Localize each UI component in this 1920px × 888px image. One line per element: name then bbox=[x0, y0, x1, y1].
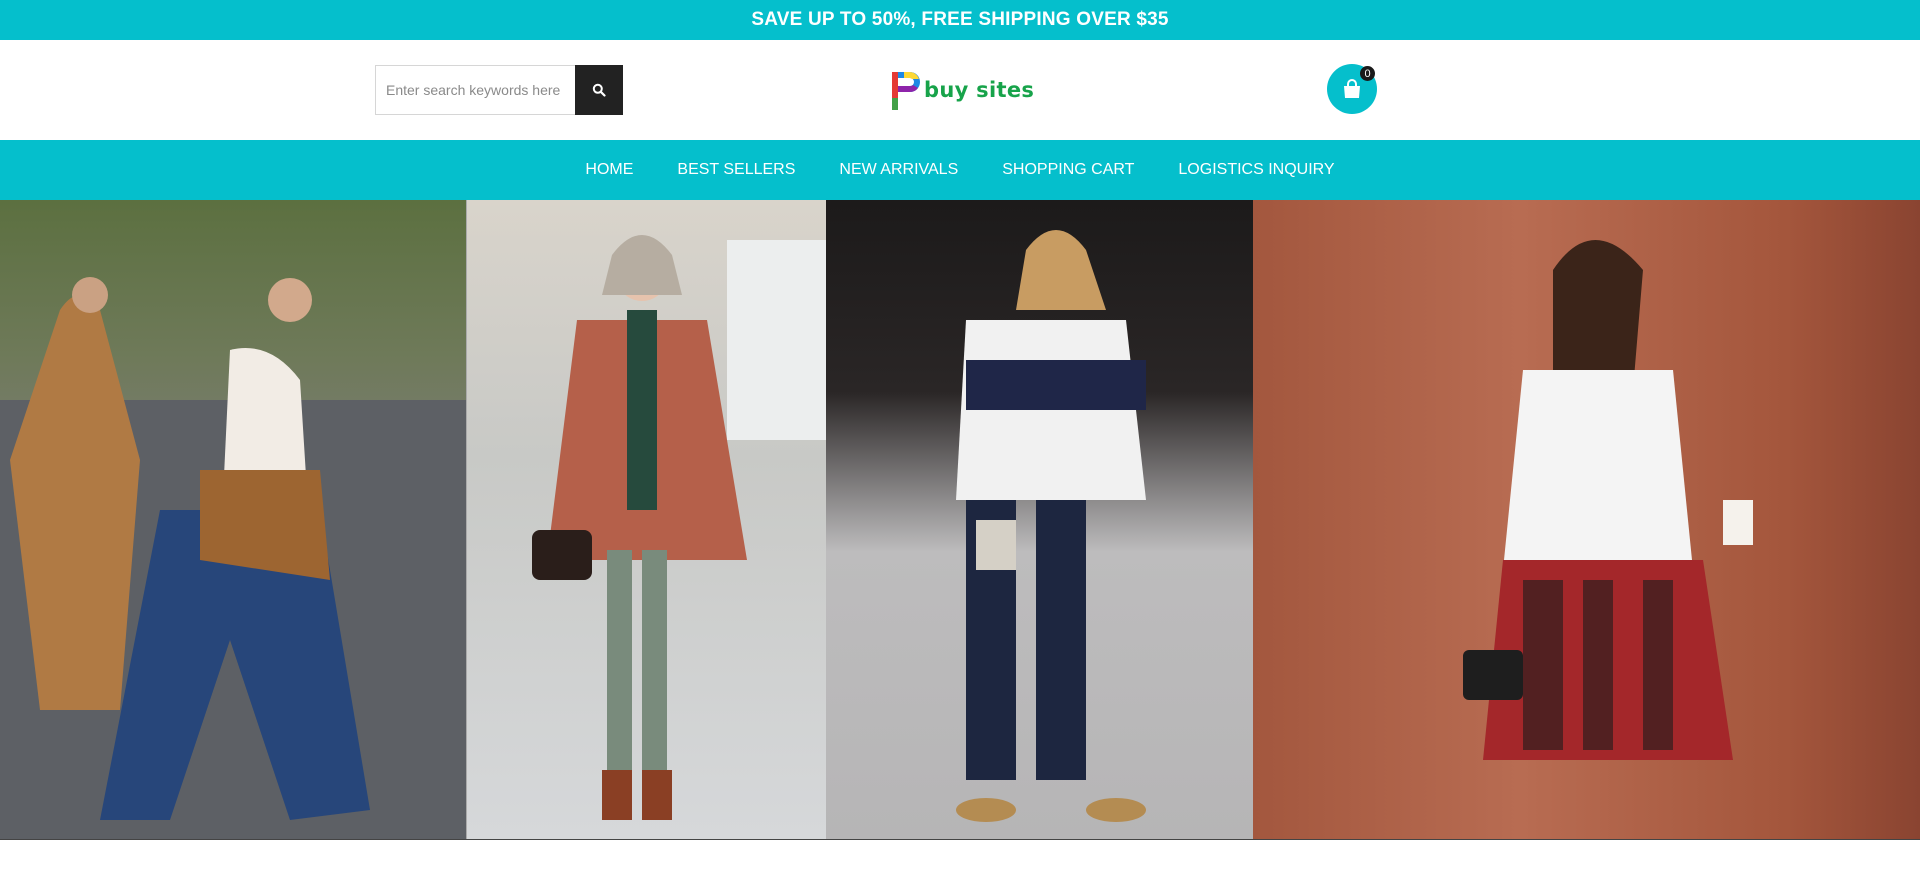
hero-image-1 bbox=[0, 200, 466, 840]
hero-image-2 bbox=[466, 200, 826, 840]
nav-item-shopping-cart[interactable]: SHOPPING CART bbox=[980, 161, 1156, 179]
promo-text: SAVE UP TO 50%, FREE SHIPPING OVER $35 bbox=[751, 9, 1169, 30]
site-header: buy sites 0 bbox=[0, 40, 1920, 140]
site-logo[interactable]: buy sites bbox=[890, 66, 1034, 114]
nav-item-home[interactable]: HOME bbox=[563, 161, 655, 179]
search-input[interactable] bbox=[375, 65, 575, 115]
search-button[interactable] bbox=[575, 65, 623, 115]
logo-text: buy sites bbox=[924, 78, 1035, 102]
nav-item-logistics-inquiry[interactable]: LOGISTICS INQUIRY bbox=[1156, 161, 1356, 179]
search-form bbox=[375, 65, 623, 115]
nav-item-new-arrivals[interactable]: NEW ARRIVALS bbox=[817, 161, 980, 179]
promo-banner: SAVE UP TO 50%, FREE SHIPPING OVER $35 bbox=[0, 0, 1920, 40]
hero-bottom-divider bbox=[0, 839, 1920, 840]
hero-banner[interactable] bbox=[0, 200, 1920, 840]
search-icon bbox=[592, 83, 606, 97]
hero-image-4 bbox=[1253, 200, 1920, 840]
main-nav: HOME BEST SELLERS NEW ARRIVALS SHOPPING … bbox=[0, 140, 1920, 200]
shopping-bag-icon bbox=[1344, 79, 1360, 98]
logo-mark-icon bbox=[892, 72, 920, 110]
hero-image-3 bbox=[826, 200, 1253, 840]
cart-count-badge: 0 bbox=[1360, 66, 1375, 81]
nav-item-best-sellers[interactable]: BEST SELLERS bbox=[655, 161, 817, 179]
